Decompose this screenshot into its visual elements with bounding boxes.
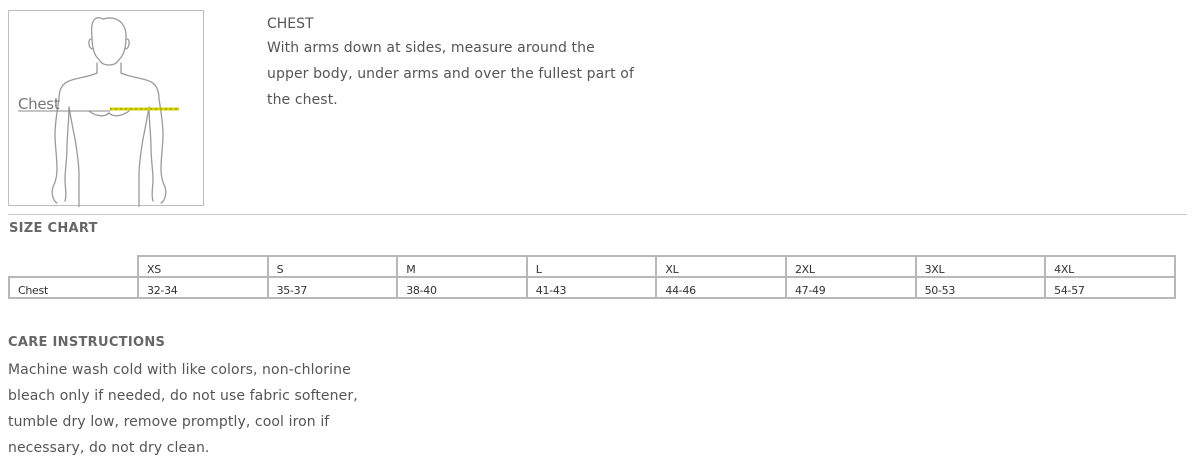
row-label-cell: Chest	[8, 276, 139, 299]
measurement-value-cell: 47-49	[784, 276, 917, 299]
measurement-value-cell: 44-46	[655, 276, 787, 299]
size-header-cell: XL	[655, 255, 787, 278]
section-divider	[8, 214, 1187, 215]
measurement-value-cell: 41-43	[525, 276, 658, 299]
size-chart-heading: SIZE CHART	[9, 221, 98, 236]
size-chart-table: XS S M L XL 2XL 3XL 4XL Chest 32-34 35-3…	[8, 255, 1176, 299]
measurement-value-cell: 38-40	[396, 276, 528, 299]
measurement-value-cell: 50-53	[914, 276, 1047, 299]
measurement-description-line: the chest.	[267, 92, 338, 108]
size-header-cell: M	[396, 255, 528, 278]
measurement-value-cell: 54-57	[1044, 276, 1176, 299]
care-instructions-line: tumble dry low, remove promptly, cool ir…	[8, 414, 330, 430]
chest-measurement-figure: Chest	[8, 10, 204, 207]
size-header-cell: 2XL	[784, 255, 917, 278]
size-header-row: XS S M L XL 2XL 3XL 4XL	[9, 255, 1176, 278]
size-header-cell: S	[266, 255, 399, 278]
table-row: Chest 32-34 35-37 38-40 41-43 44-46 47-4…	[8, 276, 1176, 299]
care-instructions-line: bleach only if needed, do not use fabric…	[8, 388, 358, 404]
chest-measurement-instructions: CHEST With arms down at sides, measure a…	[267, 13, 657, 113]
care-instructions-text: Machine wash cold with like colors, non-…	[8, 357, 378, 461]
measurement-value-cell: 35-37	[266, 276, 399, 299]
size-header-cell: 3XL	[914, 255, 1047, 278]
size-header-cell: 4XL	[1044, 255, 1176, 278]
size-header-cell: XS	[137, 255, 269, 278]
figure-chest-label: Chest	[18, 95, 60, 113]
table-corner-cell	[9, 256, 139, 278]
care-instructions-line: necessary, do not dry clean.	[8, 440, 210, 456]
measurement-title: CHEST	[267, 16, 314, 32]
measurement-description: With arms down at sides, measure around …	[267, 35, 657, 113]
care-instructions-line: Machine wash cold with like colors, non-…	[8, 362, 351, 378]
care-instructions-heading: CARE INSTRUCTIONS	[8, 335, 166, 350]
measurement-description-line: With arms down at sides, measure around …	[267, 40, 595, 56]
size-header-cell: L	[525, 255, 658, 278]
measurement-description-line: upper body, under arms and over the full…	[267, 66, 634, 82]
measurement-value-cell: 32-34	[137, 276, 269, 299]
